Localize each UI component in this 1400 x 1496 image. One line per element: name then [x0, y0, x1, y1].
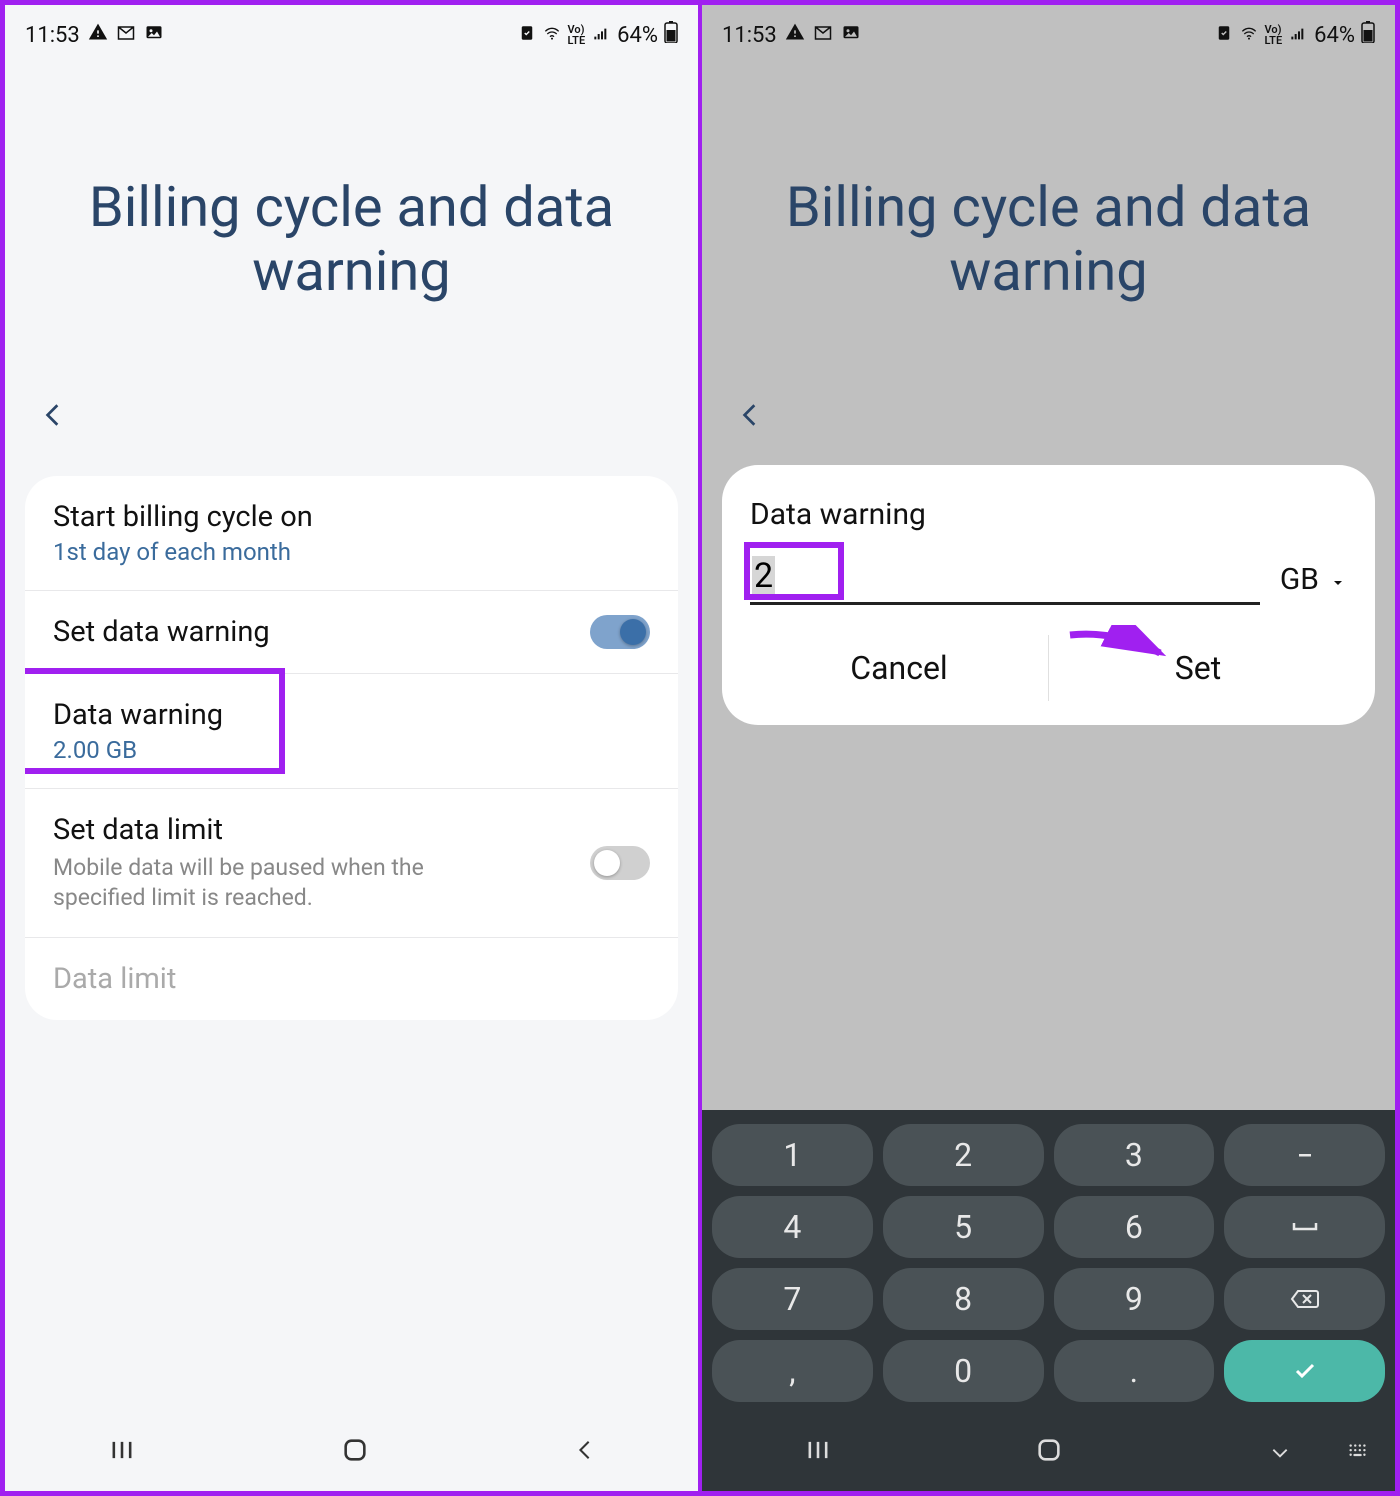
row-set-data-limit[interactable]: Set data limit Mobile data will be pause…: [25, 789, 678, 938]
row-data-limit: Data limit: [25, 938, 678, 1020]
row-set-data-warning[interactable]: Set data warning: [25, 591, 678, 674]
keyboard-toggle-icon[interactable]: [1345, 1437, 1371, 1470]
signal-icon: [591, 23, 611, 48]
signal-icon: [1288, 23, 1308, 48]
nav-home[interactable]: [1035, 1436, 1063, 1471]
key-9[interactable]: 9: [1054, 1268, 1215, 1330]
cancel-button[interactable]: Cancel: [750, 635, 1048, 701]
row-title: Set data limit: [53, 813, 650, 847]
gmail-icon: [116, 23, 136, 48]
volte-icon: Vo)LTE: [1265, 24, 1283, 46]
alarm-icon: [518, 23, 536, 48]
data-warning-input[interactable]: 2: [750, 550, 1260, 605]
row-sub: 1st day of each month: [53, 538, 650, 566]
key-7[interactable]: 7: [712, 1268, 873, 1330]
key-done[interactable]: [1224, 1340, 1385, 1402]
nav-recents[interactable]: [804, 1436, 832, 1471]
status-time: 11:53: [722, 23, 777, 48]
row-sub: 2.00 GB: [53, 736, 650, 764]
key-6[interactable]: 6: [1054, 1196, 1215, 1258]
row-title: Data limit: [53, 962, 650, 996]
wifi-icon: [1239, 23, 1259, 48]
warning-icon: [88, 22, 108, 48]
data-warning-dialog: Data warning 2 GB Cancel Set: [722, 465, 1375, 725]
key-4[interactable]: 4: [712, 1196, 873, 1258]
numeric-keyboard: 1 2 3 4 5 6 7 8 9: [702, 1110, 1395, 1416]
nav-back[interactable]: [1266, 1437, 1294, 1470]
key-1[interactable]: 1: [712, 1124, 873, 1186]
row-title: Set data warning: [53, 615, 650, 649]
status-bar: 11:53 Vo)LTE: [702, 5, 1395, 55]
toggle-set-data-limit[interactable]: [590, 846, 650, 880]
row-title: Data warning: [53, 698, 650, 732]
toggle-set-data-warning[interactable]: [590, 615, 650, 649]
battery-icon: [1361, 21, 1375, 49]
nav-bar: [702, 1416, 1395, 1491]
row-title: Start billing cycle on: [53, 500, 650, 534]
back-button[interactable]: [40, 394, 66, 446]
unit-label: GB: [1280, 562, 1319, 597]
key-3[interactable]: 3: [1054, 1124, 1215, 1186]
page-title: Billing cycle and data warning: [5, 175, 698, 304]
key-backspace[interactable]: [1224, 1268, 1385, 1330]
key-5[interactable]: 5: [883, 1196, 1044, 1258]
volte-icon: Vo)LTE: [568, 24, 586, 46]
screenshot-left: 11:53 Vo)LTE: [3, 3, 700, 1493]
key-minus[interactable]: [1224, 1124, 1385, 1186]
back-button[interactable]: [737, 394, 763, 446]
dialog-title: Data warning: [750, 497, 1347, 532]
status-bar: 11:53 Vo)LTE: [5, 5, 698, 55]
gmail-icon: [813, 23, 833, 48]
status-time: 11:53: [25, 23, 80, 48]
row-data-warning[interactable]: Data warning 2.00 GB: [25, 674, 678, 789]
row-desc: Mobile data will be paused when the spec…: [53, 853, 453, 913]
nav-recents[interactable]: [108, 1436, 136, 1471]
page-title: Billing cycle and data warning: [702, 175, 1395, 304]
gallery-icon: [841, 23, 861, 48]
key-2[interactable]: 2: [883, 1124, 1044, 1186]
key-dot[interactable]: .: [1054, 1340, 1215, 1402]
nav-back[interactable]: [574, 1436, 596, 1471]
gallery-icon: [144, 23, 164, 48]
alarm-icon: [1215, 23, 1233, 48]
nav-home[interactable]: [341, 1436, 369, 1471]
warning-icon: [785, 22, 805, 48]
key-space[interactable]: [1224, 1196, 1385, 1258]
key-comma[interactable]: ,: [712, 1340, 873, 1402]
settings-card: Start billing cycle on 1st day of each m…: [25, 476, 678, 1020]
wifi-icon: [542, 23, 562, 48]
battery-icon: [664, 21, 678, 49]
key-8[interactable]: 8: [883, 1268, 1044, 1330]
battery-percent: 64%: [1314, 23, 1355, 48]
unit-select[interactable]: GB: [1280, 562, 1347, 605]
set-button[interactable]: Set: [1048, 635, 1347, 701]
screenshot-right: 11:53 Vo)LTE: [700, 3, 1397, 1493]
chevron-down-icon: [1329, 562, 1347, 597]
battery-percent: 64%: [617, 23, 658, 48]
nav-bar: [5, 1416, 698, 1491]
key-0[interactable]: 0: [883, 1340, 1044, 1402]
row-billing-cycle[interactable]: Start billing cycle on 1st day of each m…: [25, 476, 678, 591]
